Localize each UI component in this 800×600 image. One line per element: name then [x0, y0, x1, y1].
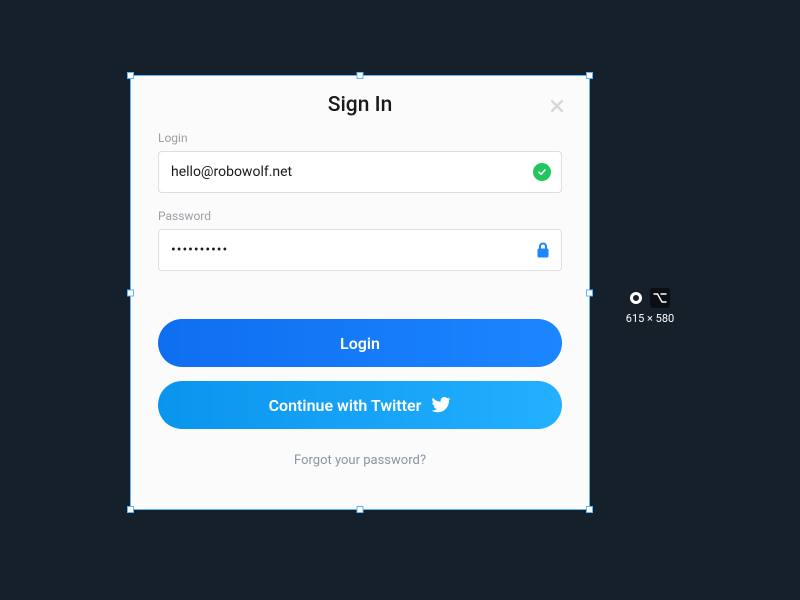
- selection-frame[interactable]: [130, 75, 590, 510]
- resize-handle-top-right[interactable]: [586, 72, 593, 79]
- resize-handle-bottom-left[interactable]: [127, 506, 134, 513]
- resize-handle-top[interactable]: [357, 72, 364, 79]
- dimensions-overlay: 615 × 580: [615, 288, 685, 325]
- dimensions-text: 615 × 580: [626, 312, 674, 325]
- resize-handle-bottom-right[interactable]: [586, 506, 593, 513]
- resize-handle-right[interactable]: [586, 289, 593, 296]
- resize-handle-left[interactable]: [127, 289, 134, 296]
- option-key-icon: [650, 288, 670, 308]
- record-icon: [630, 292, 642, 304]
- resize-handle-bottom[interactable]: [357, 506, 364, 513]
- overlay-icons: [630, 288, 670, 308]
- resize-handle-top-left[interactable]: [127, 72, 134, 79]
